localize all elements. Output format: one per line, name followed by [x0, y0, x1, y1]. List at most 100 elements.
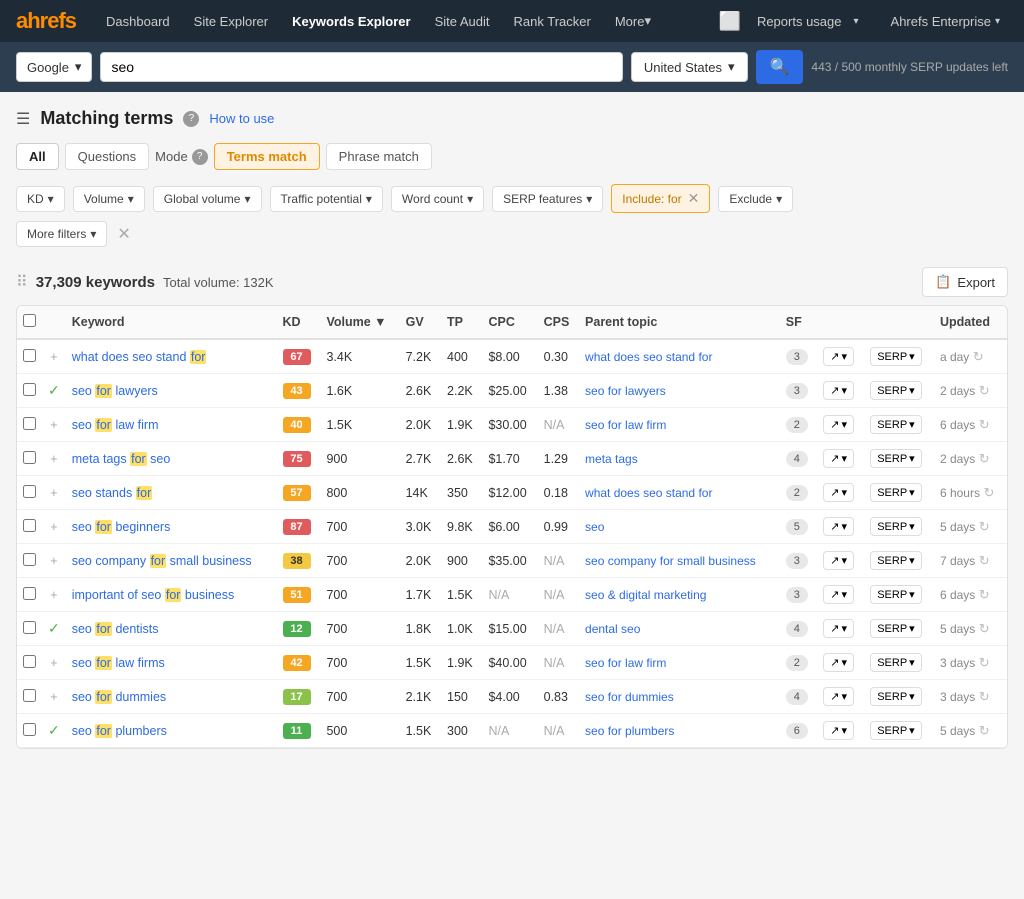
col-volume[interactable]: Volume ▼	[320, 306, 399, 339]
refresh-icon[interactable]: ↻	[973, 349, 984, 364]
row-action-check[interactable]: ✓	[48, 722, 60, 738]
row-action-plus[interactable]: +	[50, 418, 57, 432]
parent-topic-link[interactable]: what does seo stand for	[585, 350, 712, 364]
serp-button[interactable]: SERP ▾	[870, 653, 922, 672]
row-checkbox[interactable]	[23, 383, 36, 396]
serp-button[interactable]: SERP ▾	[870, 347, 922, 366]
enterprise-button[interactable]: Ahrefs Enterprise ▾	[883, 10, 1008, 33]
row-action[interactable]: +	[42, 476, 66, 510]
row-action-plus[interactable]: +	[50, 486, 57, 500]
trend-button[interactable]: ↗ ▾	[823, 381, 854, 400]
row-checkbox[interactable]	[23, 587, 36, 600]
keyword-link[interactable]: seo company for small business	[72, 554, 252, 568]
row-checkbox[interactable]	[23, 723, 36, 736]
keyword-link[interactable]: seo for dummies	[72, 690, 166, 704]
row-action[interactable]: ✓	[42, 714, 66, 748]
filter-kd[interactable]: KD ▾	[16, 186, 65, 212]
row-action[interactable]: +	[42, 339, 66, 374]
row-action-plus[interactable]: +	[50, 520, 57, 534]
row-checkbox[interactable]	[23, 451, 36, 464]
parent-topic-link[interactable]: seo for law firm	[585, 418, 666, 432]
country-select[interactable]: United States ▾	[631, 52, 748, 82]
serp-button[interactable]: SERP ▾	[870, 687, 922, 706]
filter-include[interactable]: Include: for ✕	[611, 184, 710, 213]
filter-traffic-potential[interactable]: Traffic potential ▾	[270, 186, 383, 212]
row-checkbox[interactable]	[23, 621, 36, 634]
serp-button[interactable]: SERP ▾	[870, 449, 922, 468]
serp-button[interactable]: SERP ▾	[870, 585, 922, 604]
row-checkbox[interactable]	[23, 655, 36, 668]
serp-button[interactable]: SERP ▾	[870, 415, 922, 434]
refresh-icon[interactable]: ↻	[979, 621, 990, 636]
row-action[interactable]: +	[42, 510, 66, 544]
keyword-link[interactable]: seo for plumbers	[72, 724, 167, 738]
trend-button[interactable]: ↗ ▾	[823, 653, 854, 672]
nav-keywords-explorer[interactable]: Keywords Explorer	[282, 0, 421, 42]
trend-button[interactable]: ↗ ▾	[823, 449, 854, 468]
row-checkbox[interactable]	[23, 417, 36, 430]
how-to-use-link[interactable]: How to use	[209, 111, 274, 126]
trend-button[interactable]: ↗ ▾	[823, 517, 854, 536]
parent-topic-link[interactable]: seo for plumbers	[585, 724, 674, 738]
search-engine-select[interactable]: Google ▾	[16, 52, 92, 82]
row-action-plus[interactable]: +	[50, 690, 57, 704]
filter-volume[interactable]: Volume ▾	[73, 186, 145, 212]
parent-topic-link[interactable]: seo	[585, 520, 604, 534]
refresh-icon[interactable]: ↻	[979, 553, 990, 568]
nav-rank-tracker[interactable]: Rank Tracker	[504, 0, 601, 42]
keyword-link[interactable]: seo for law firms	[72, 656, 165, 670]
tab-questions[interactable]: Questions	[65, 143, 150, 170]
row-action-plus[interactable]: +	[50, 588, 57, 602]
search-button[interactable]: 🔍	[756, 50, 804, 84]
keyword-link[interactable]: seo stands for	[72, 486, 153, 500]
row-checkbox[interactable]	[23, 519, 36, 532]
nav-site-audit[interactable]: Site Audit	[425, 0, 500, 42]
row-action-plus[interactable]: +	[50, 656, 57, 670]
parent-topic-link[interactable]: dental seo	[585, 622, 640, 636]
nav-dashboard[interactable]: Dashboard	[96, 0, 180, 42]
serp-button[interactable]: SERP ▾	[870, 721, 922, 740]
serp-button[interactable]: SERP ▾	[870, 517, 922, 536]
parent-topic-link[interactable]: meta tags	[585, 452, 638, 466]
trend-button[interactable]: ↗ ▾	[823, 415, 854, 434]
refresh-icon[interactable]: ↻	[983, 485, 994, 500]
row-action[interactable]: +	[42, 544, 66, 578]
keyword-link[interactable]: meta tags for seo	[72, 452, 171, 466]
logo[interactable]: ahrefs	[16, 8, 76, 34]
keyword-link[interactable]: seo for dentists	[72, 622, 159, 636]
serp-button[interactable]: SERP ▾	[870, 381, 922, 400]
trend-button[interactable]: ↗ ▾	[823, 347, 854, 366]
trend-button[interactable]: ↗ ▾	[823, 687, 854, 706]
row-action[interactable]: ✓	[42, 612, 66, 646]
row-action[interactable]: +	[42, 578, 66, 612]
refresh-icon[interactable]: ↻	[979, 519, 990, 534]
row-action-plus[interactable]: +	[50, 350, 57, 364]
parent-topic-link[interactable]: seo & digital marketing	[585, 588, 706, 602]
row-checkbox[interactable]	[23, 349, 36, 362]
row-action-check[interactable]: ✓	[48, 620, 60, 636]
refresh-icon[interactable]: ↻	[979, 383, 990, 398]
keyword-link[interactable]: seo for lawyers	[72, 384, 158, 398]
include-close-icon[interactable]: ✕	[688, 190, 700, 207]
row-action-plus[interactable]: +	[50, 554, 57, 568]
trend-button[interactable]: ↗ ▾	[823, 483, 854, 502]
parent-topic-link[interactable]: seo for dummies	[585, 690, 674, 704]
mode-help-icon[interactable]: ?	[192, 149, 208, 165]
parent-topic-link[interactable]: seo company for small business	[585, 554, 756, 568]
tab-all[interactable]: All	[16, 143, 59, 170]
refresh-icon[interactable]: ↻	[979, 587, 990, 602]
parent-topic-link[interactable]: what does seo stand for	[585, 486, 712, 500]
parent-topic-link[interactable]: seo for law firm	[585, 656, 666, 670]
refresh-icon[interactable]: ↻	[979, 417, 990, 432]
select-all-checkbox[interactable]	[23, 314, 36, 327]
serp-button[interactable]: SERP ▾	[870, 619, 922, 638]
filter-serp-features[interactable]: SERP features ▾	[492, 186, 603, 212]
filter-global-volume[interactable]: Global volume ▾	[153, 186, 262, 212]
monitor-icon[interactable]: ⬜	[719, 11, 741, 32]
row-checkbox[interactable]	[23, 485, 36, 498]
refresh-icon[interactable]: ↻	[979, 723, 990, 738]
trend-button[interactable]: ↗ ▾	[823, 551, 854, 570]
row-action[interactable]: +	[42, 646, 66, 680]
serp-button[interactable]: SERP ▾	[870, 551, 922, 570]
trend-button[interactable]: ↗ ▾	[823, 721, 854, 740]
